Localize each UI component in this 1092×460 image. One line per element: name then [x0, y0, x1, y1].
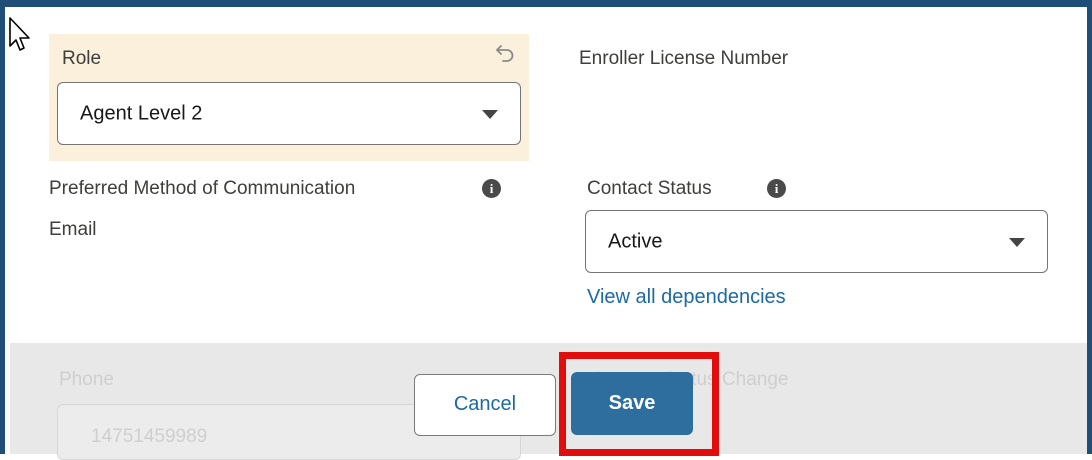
role-label: Role — [62, 48, 102, 69]
save-highlight-box — [559, 352, 719, 456]
view-all-dependencies-link[interactable]: View all dependencies — [587, 286, 786, 309]
chevron-down-icon — [1009, 237, 1025, 247]
preferred-method-label: Preferred Method of Communication — [49, 178, 356, 199]
role-select-value: Agent Level 2 — [80, 102, 203, 124]
cancel-button[interactable]: Cancel — [414, 374, 556, 436]
enroller-license-label: Enroller License Number — [579, 48, 789, 69]
contact-status-select[interactable]: Active — [585, 210, 1048, 273]
preferred-method-value: Email — [49, 219, 97, 240]
mouse-pointer-icon — [8, 16, 34, 61]
role-select[interactable]: Agent Level 2 — [57, 82, 521, 145]
info-icon[interactable]: i — [767, 179, 786, 198]
contact-status-select-value: Active — [608, 230, 663, 252]
chevron-down-icon — [482, 109, 498, 119]
contact-status-label: Contact Status — [587, 178, 712, 199]
phone-value: 14751459989 — [91, 426, 208, 447]
phone-label: Phone — [59, 369, 114, 390]
info-icon[interactable]: i — [482, 179, 501, 198]
undo-icon[interactable] — [494, 42, 516, 69]
